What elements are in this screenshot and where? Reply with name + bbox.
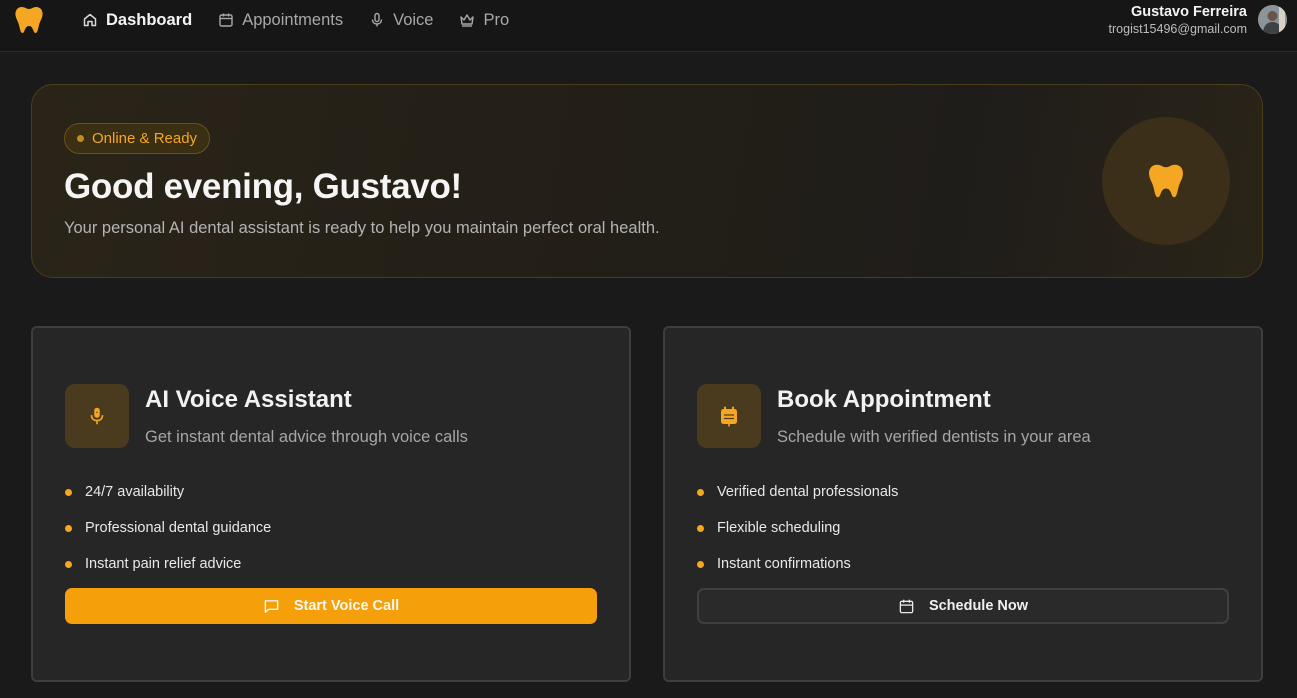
list-item: Flexible scheduling bbox=[697, 510, 898, 546]
button-label: Schedule Now bbox=[928, 598, 1029, 614]
nav-link-appointments[interactable]: Appointments bbox=[218, 8, 343, 32]
list-item: Instant confirmations bbox=[697, 546, 898, 582]
microphone-icon bbox=[371, 12, 383, 27]
status-label: Online & Ready bbox=[92, 130, 198, 147]
bullet-icon bbox=[65, 524, 72, 532]
card-subtitle: Get instant dental advice through voice … bbox=[145, 428, 468, 446]
status-badge: Online & Ready bbox=[64, 123, 211, 154]
calendar-icon bbox=[697, 384, 761, 448]
voice-assistant-card: AI Voice Assistant Get instant dental ad… bbox=[31, 326, 631, 682]
card-title: AI Voice Assistant bbox=[145, 386, 352, 413]
nav-link-label: Voice bbox=[393, 10, 434, 29]
welcome-hero: Online & Ready Good evening, Gustavo! Yo… bbox=[31, 84, 1263, 278]
crown-icon bbox=[460, 14, 475, 27]
feature-label: Instant confirmations bbox=[717, 556, 851, 572]
user-name: Gustavo Ferreira bbox=[1130, 4, 1247, 20]
feature-list: 24/7 availability Professional dental gu… bbox=[65, 474, 271, 582]
page-subtitle: Your personal AI dental assistant is rea… bbox=[64, 219, 660, 237]
nav-link-label: Appointments bbox=[242, 10, 344, 29]
feature-label: Verified dental professionals bbox=[717, 484, 899, 500]
nav-link-pro[interactable]: Pro bbox=[459, 8, 509, 32]
chat-icon bbox=[264, 599, 279, 613]
calendar-icon bbox=[899, 599, 914, 613]
list-item: Professional dental guidance bbox=[65, 510, 271, 546]
top-nav: Dashboard Appointments Voice Pro Gustavo… bbox=[0, 0, 1297, 52]
feature-label: 24/7 availability bbox=[85, 484, 185, 500]
schedule-now-button[interactable]: Schedule Now bbox=[697, 588, 1229, 624]
tooth-icon bbox=[1102, 117, 1230, 245]
bullet-icon bbox=[65, 488, 72, 496]
calendar-icon bbox=[219, 13, 233, 27]
feature-label: Professional dental guidance bbox=[85, 520, 272, 536]
page-title: Good evening, Gustavo! bbox=[64, 167, 462, 206]
tooth-logo-icon[interactable] bbox=[14, 4, 44, 36]
list-item: Instant pain relief advice bbox=[65, 546, 271, 582]
list-item: 24/7 availability bbox=[65, 474, 271, 510]
feature-list: Verified dental professionals Flexible s… bbox=[697, 474, 898, 582]
bullet-icon bbox=[697, 560, 704, 568]
card-title: Book Appointment bbox=[777, 386, 991, 413]
list-item: Verified dental professionals bbox=[697, 474, 898, 510]
microphone-icon bbox=[65, 384, 129, 448]
feature-label: Flexible scheduling bbox=[717, 520, 841, 536]
feature-label: Instant pain relief advice bbox=[85, 556, 242, 572]
nav-link-label: Dashboard bbox=[106, 10, 193, 29]
start-voice-call-button[interactable]: Start Voice Call bbox=[65, 588, 597, 624]
avatar[interactable] bbox=[1258, 5, 1287, 34]
status-dot-icon bbox=[77, 135, 84, 142]
nav-link-voice[interactable]: Voice bbox=[369, 8, 433, 32]
bullet-icon bbox=[697, 488, 704, 496]
user-email: trogist15496@gmail.com bbox=[1108, 22, 1247, 36]
bullet-icon bbox=[65, 560, 72, 568]
card-subtitle: Schedule with verified dentists in your … bbox=[777, 428, 1091, 446]
button-label: Start Voice Call bbox=[293, 598, 400, 614]
nav-link-dashboard[interactable]: Dashboard bbox=[82, 8, 192, 32]
user-info[interactable]: Gustavo Ferreira trogist15496@gmail.com bbox=[1109, 3, 1247, 37]
nav-link-label: Pro bbox=[483, 10, 510, 29]
home-icon bbox=[83, 13, 97, 27]
bullet-icon bbox=[697, 524, 704, 532]
book-appointment-card: Book Appointment Schedule with verified … bbox=[663, 326, 1263, 682]
